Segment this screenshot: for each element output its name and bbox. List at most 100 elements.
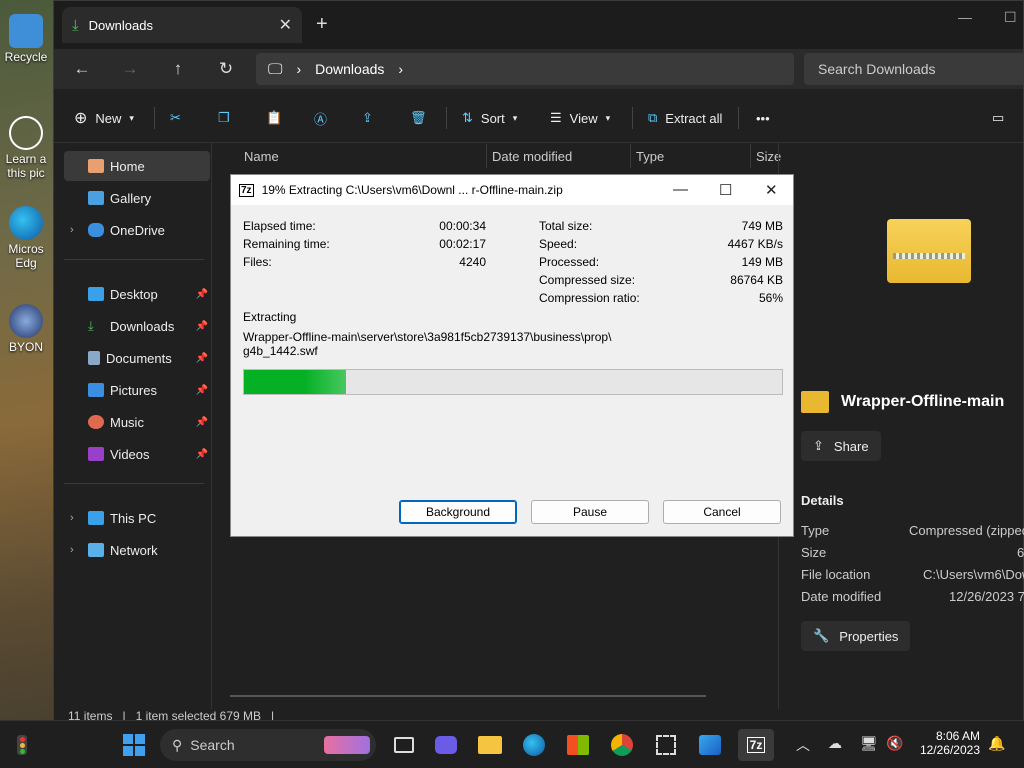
back-button[interactable]: ←	[66, 53, 98, 85]
background-button[interactable]: Background	[399, 500, 517, 524]
share-icon: ⇪	[362, 110, 373, 125]
dialog-title-bar[interactable]: 7z 19% Extracting C:\Users\vm6\Downl ...…	[231, 175, 793, 205]
sidebar-item-onedrive[interactable]: › OneDrive	[64, 215, 210, 245]
sidebar-item-music[interactable]: Music 📌	[64, 407, 210, 437]
column-header-name[interactable]: Name	[244, 149, 279, 164]
details-filename: Wrapper-Offline-main	[841, 393, 1005, 410]
store-button[interactable]	[562, 729, 594, 761]
search-input[interactable]: Search Downloads	[804, 53, 1024, 85]
trash-icon: 🗑	[410, 110, 427, 125]
compressed-size-label: Compressed size:	[539, 273, 636, 287]
view-icon: ☰	[550, 110, 562, 125]
column-header-type[interactable]: Type	[636, 149, 664, 164]
sidebar-item-downloads[interactable]: ⤓ Downloads 📌	[64, 311, 210, 341]
meet-icon	[435, 736, 457, 754]
show-hidden-icons-chevron-icon[interactable]: ︿	[796, 735, 810, 755]
notification-bell-icon[interactable]: 🔔	[988, 735, 1005, 752]
chevron-down-icon: ▾	[605, 112, 611, 123]
teams-button[interactable]	[430, 729, 462, 761]
photos-button[interactable]	[694, 729, 726, 761]
horizontal-scrollbar[interactable]	[230, 695, 706, 697]
detail-label-location: File location	[801, 567, 871, 582]
desktop-icon-byond[interactable]: BYON	[0, 304, 52, 354]
details-heading: Details	[801, 493, 844, 508]
sidebar-item-pictures[interactable]: Pictures 📌	[64, 375, 210, 405]
sidebar-item-gallery[interactable]: Gallery	[64, 183, 210, 213]
more-options-button[interactable]: •••	[756, 103, 770, 133]
pin-icon[interactable]: 📌	[196, 417, 208, 428]
snipping-tool-button[interactable]	[650, 729, 682, 761]
rename-button[interactable]: Ⓐ	[314, 103, 327, 133]
forward-button[interactable]: →	[114, 53, 146, 85]
paste-button[interactable]: 📋	[266, 103, 282, 133]
close-tab-icon[interactable]: ✕	[279, 15, 292, 35]
properties-button[interactable]: 🔧 Properties	[801, 621, 911, 651]
sidebar-item-desktop[interactable]: Desktop 📌	[64, 279, 210, 309]
desktop-icon-recycle-bin[interactable]: Recycle	[0, 14, 52, 64]
sidebar-item-home[interactable]: Home	[64, 151, 210, 181]
tab-downloads[interactable]: ⤓ Downloads ✕	[62, 7, 302, 43]
desktop-icon	[88, 287, 104, 301]
maximize-icon[interactable]: ☐	[719, 181, 732, 199]
column-header-date-modified[interactable]: Date modified	[492, 149, 572, 164]
compression-ratio-label: Compression ratio:	[539, 291, 640, 305]
share-button[interactable]: ⇪ Share	[801, 431, 881, 461]
breadcrumb-downloads[interactable]: Downloads	[315, 61, 384, 77]
chevron-right-icon[interactable]: ›	[70, 544, 74, 556]
chrome-button[interactable]	[606, 729, 638, 761]
minimize-icon[interactable]: —	[673, 181, 688, 198]
pin-icon[interactable]: 📌	[196, 353, 208, 364]
edge-icon	[523, 734, 545, 756]
pause-button[interactable]: Pause	[531, 500, 649, 524]
details-pane-button[interactable]: ▭	[992, 103, 1004, 133]
cloud-offline-icon[interactable]: ☁	[828, 735, 842, 752]
refresh-button[interactable]: ↻	[210, 53, 242, 85]
detail-value-date: 12/26/2023 7:	[949, 589, 1024, 604]
sidebar-item-videos[interactable]: Videos 📌	[64, 439, 210, 469]
pin-icon[interactable]: 📌	[196, 289, 208, 300]
close-icon[interactable]: ✕	[765, 181, 778, 199]
taskbar-search-box[interactable]: ⚲ Search	[160, 729, 376, 761]
maximize-icon[interactable]: ☐	[1004, 9, 1017, 26]
remaining-time-label: Remaining time:	[243, 237, 330, 251]
new-button[interactable]: ⊕ New ▾	[74, 103, 134, 133]
delete-button[interactable]: 🗑	[410, 103, 427, 133]
network-icon	[88, 543, 104, 557]
cut-button[interactable]: ✂	[170, 103, 181, 133]
music-icon	[88, 415, 104, 429]
compressed-size-value: 86764 KB	[730, 273, 783, 287]
view-button[interactable]: ☰ View ▾	[550, 103, 610, 133]
new-tab-button[interactable]: +	[316, 13, 328, 36]
widgets-button[interactable]	[6, 729, 38, 761]
pin-icon[interactable]: 📌	[196, 449, 208, 460]
volume-muted-icon[interactable]: 🔇	[886, 735, 903, 752]
minimize-icon[interactable]: —	[958, 9, 972, 25]
start-button[interactable]	[118, 729, 150, 761]
task-view-button[interactable]	[388, 729, 420, 761]
cancel-button[interactable]: Cancel	[663, 500, 781, 524]
file-explorer-button[interactable]	[474, 729, 506, 761]
7zip-taskbar-button[interactable]: 7z	[738, 729, 774, 761]
copy-button[interactable]: ❐	[218, 103, 230, 133]
extract-all-button[interactable]: ⧉ Extract all	[648, 103, 722, 133]
current-file-name: g4b_1442.swf	[243, 344, 318, 358]
address-bar[interactable]: 🖵 › Downloads ›	[256, 53, 794, 85]
sort-button[interactable]: ⇅ Sort ▾	[462, 103, 517, 133]
elapsed-time-label: Elapsed time:	[243, 219, 316, 233]
edge-button[interactable]	[518, 729, 550, 761]
sidebar-item-documents[interactable]: Documents 📌	[64, 343, 210, 373]
network-icon[interactable]: 🖥	[860, 735, 878, 752]
share-button[interactable]: ⇪	[362, 103, 373, 133]
up-button[interactable]: ↑	[162, 53, 194, 85]
desktop-icon-learn-about-picture[interactable]: Learn a this pic	[0, 116, 52, 180]
pin-icon[interactable]: 📌	[196, 385, 208, 396]
chevron-right-icon[interactable]: ›	[70, 512, 74, 524]
clock[interactable]: 8:06 AM 12/26/2023	[916, 729, 980, 757]
sidebar-item-network[interactable]: › Network	[64, 535, 210, 565]
sidebar-item-this-pc[interactable]: › This PC	[64, 503, 210, 533]
chevron-right-icon[interactable]: ›	[70, 224, 74, 236]
desktop-icon-edge[interactable]: Micros Edg	[0, 206, 52, 270]
pin-icon[interactable]: 📌	[196, 321, 208, 332]
total-size-value: 749 MB	[741, 219, 783, 233]
share-icon: ⇪	[813, 438, 824, 453]
